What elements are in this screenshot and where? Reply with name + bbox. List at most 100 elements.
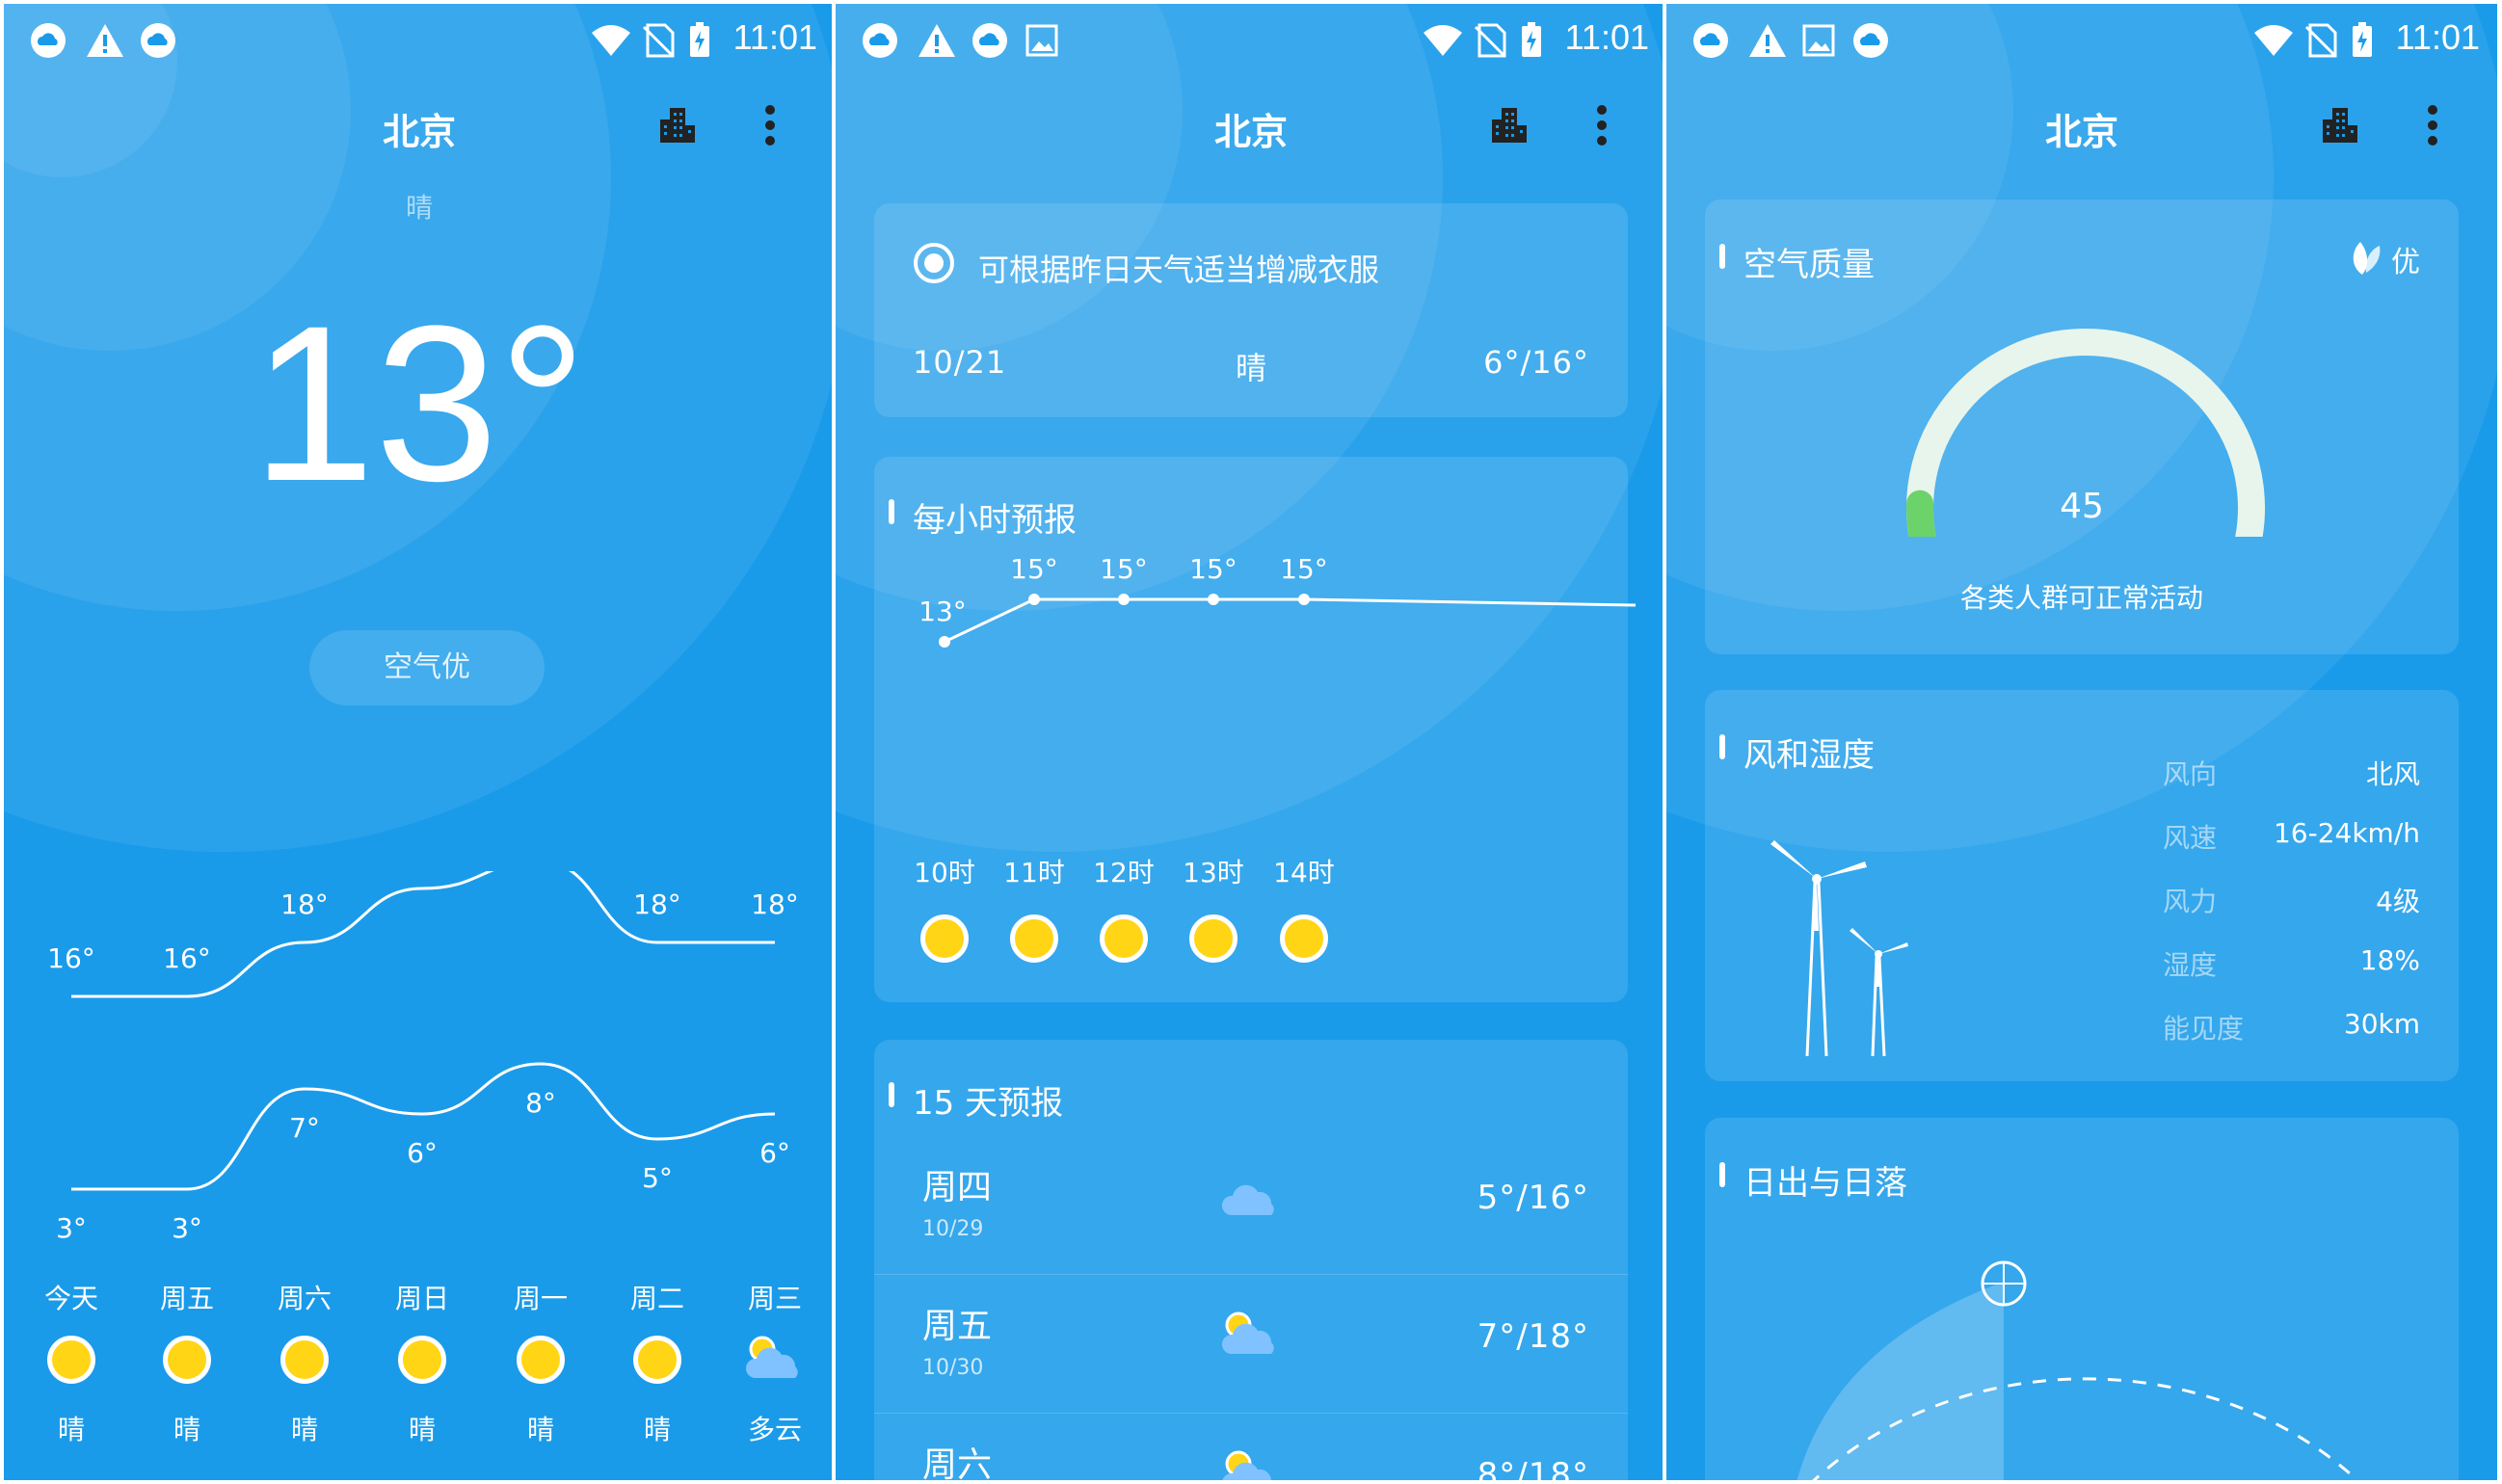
city-list-icon[interactable] bbox=[1490, 106, 1529, 145]
day-name-label: 周一 bbox=[513, 1283, 568, 1314]
day-name-label: 周五 bbox=[159, 1283, 214, 1314]
wind-info-row: 湿度 18% bbox=[2163, 944, 2420, 983]
warning-icon bbox=[87, 24, 123, 57]
cloud-notification-icon bbox=[31, 23, 66, 58]
wind-humidity-title: 风和湿度 bbox=[1719, 729, 1875, 776]
hourly-temp-label: 15° bbox=[1189, 553, 1238, 585]
forecast-row[interactable]: 周四 10/29 5°/16° bbox=[874, 1136, 1628, 1275]
air-quality-title: 空气质量 bbox=[1719, 238, 1875, 285]
hourly-temp-label: 15° bbox=[1100, 553, 1148, 585]
battery-charging-icon bbox=[1522, 22, 1541, 57]
current-condition: 晴 bbox=[405, 192, 433, 224]
day-weather-label: 晴 bbox=[408, 1414, 436, 1445]
air-quality-card: 空气质量 优 45 各类人群可正常活动 bbox=[1705, 199, 2459, 654]
wind-info-row: 风力 4级 bbox=[2163, 881, 2420, 919]
wind-humidity-card: 风和湿度 风向 北风风速 16-24km/h 风力 4级湿度 18% 能见度 30km bbox=[1705, 690, 2459, 1081]
day-name-label: 周二 bbox=[629, 1283, 684, 1314]
wind-info-row: 风速 16-24km/h bbox=[2163, 817, 2420, 856]
cloud-notification-icon bbox=[863, 23, 897, 58]
yesterday-card: 可根据昨日天气适当增减衣服 10/21 晴 6°/16° bbox=[874, 203, 1628, 417]
sun-icon bbox=[398, 1336, 446, 1384]
low-temp-label: 6° bbox=[759, 1137, 790, 1169]
yesterday-range: 6°/16° bbox=[1483, 344, 1589, 381]
sun-icon bbox=[1010, 914, 1058, 963]
app-header: 北京 bbox=[1666, 91, 2497, 168]
forecast-row[interactable]: 周六 8°/18° bbox=[874, 1414, 1628, 1480]
hourly-temp-label: 15° bbox=[1010, 553, 1058, 585]
radio-icon bbox=[914, 243, 954, 283]
forecast-range: 5°/16° bbox=[1477, 1179, 1589, 1217]
forecast-15-title: 15 天预报 bbox=[888, 1076, 1063, 1124]
status-time: 11:01 bbox=[2395, 17, 2480, 57]
wifi-icon bbox=[1424, 25, 1462, 56]
app-header: 北京 bbox=[4, 91, 835, 168]
city-title[interactable]: 北京 bbox=[4, 102, 835, 155]
more-menu-icon[interactable] bbox=[2426, 104, 2439, 146]
low-temp-label: 8° bbox=[525, 1087, 556, 1119]
air-quality-level: 优 bbox=[2391, 246, 2420, 279]
sun-icon bbox=[920, 914, 969, 963]
hourly-temperature-chart: 13° 15° 15° 15° 15° bbox=[918, 553, 1636, 648]
warning-icon bbox=[918, 24, 955, 57]
sun-arc-chart bbox=[1797, 1260, 2359, 1480]
forecast-date: 10/30 bbox=[922, 1356, 984, 1380]
cloud-icon bbox=[1221, 1184, 1274, 1215]
wifi-icon bbox=[2254, 25, 2293, 56]
cloud-notification-icon bbox=[141, 23, 175, 58]
more-menu-icon[interactable] bbox=[1595, 104, 1609, 146]
no-sim-icon bbox=[2304, 23, 2337, 58]
wind-info-value: 16-24km/h bbox=[2273, 817, 2420, 849]
hourly-temp-label: 13° bbox=[918, 596, 967, 627]
cloud-notification-icon bbox=[1693, 23, 1728, 58]
yesterday-tip: 可根据昨日天气适当增减衣服 bbox=[978, 252, 1380, 288]
wind-info-key: 风速 bbox=[2163, 822, 2218, 854]
details-screen-1: 11:01 北京 可根据昨日天气适当增减衣服 10/21 晴 6°/16° 每小… bbox=[832, 0, 1670, 1484]
wind-info-key: 能见度 bbox=[2163, 1013, 2245, 1045]
hourly-temp-line bbox=[944, 597, 1636, 644]
wind-info-key: 风力 bbox=[2163, 886, 2218, 917]
image-notification-icon bbox=[1802, 24, 1835, 57]
sun-icon bbox=[280, 1336, 329, 1384]
low-temp-label: 7° bbox=[289, 1112, 320, 1144]
city-list-icon[interactable] bbox=[658, 106, 697, 145]
low-temp-label: 3° bbox=[172, 1212, 202, 1244]
main-weather-screen: 11:01 北京 晴 13° 空气优 16°3°16°3°18°7°20°6°2… bbox=[0, 0, 838, 1484]
city-title[interactable]: 北京 bbox=[836, 102, 1666, 155]
partly-cloudy-icon bbox=[745, 1336, 798, 1378]
wind-info-value: 4级 bbox=[2376, 886, 2420, 917]
partly-cloudy-icon bbox=[1221, 1312, 1274, 1354]
hourly-temp-point bbox=[1298, 594, 1310, 605]
day-weather-label: 晴 bbox=[173, 1414, 200, 1445]
forecast-row[interactable]: 周五 10/30 7°/18° bbox=[874, 1275, 1628, 1414]
wind-info-key: 风向 bbox=[2163, 758, 2218, 790]
sun-icon bbox=[633, 1336, 681, 1384]
sun-icon bbox=[163, 1336, 211, 1384]
sun-icon bbox=[1100, 914, 1148, 963]
day-name-label: 今天 bbox=[43, 1283, 98, 1314]
details-screen-2: 11:01 北京 空气质量 优 45 各类人群可正常活动 风和湿度 风向 北风 … bbox=[1663, 0, 2501, 1484]
wind-info-value: 北风 bbox=[2365, 758, 2420, 790]
city-list-icon[interactable] bbox=[2321, 106, 2359, 145]
warning-icon bbox=[1749, 24, 1786, 57]
day-name-label: 周日 bbox=[394, 1283, 449, 1314]
no-sim-icon bbox=[642, 23, 675, 58]
status-time: 11:01 bbox=[1564, 17, 1649, 57]
cloud-notification-icon bbox=[1853, 23, 1888, 58]
more-menu-icon[interactable] bbox=[763, 104, 777, 146]
hourly-card: 每小时预报 13° 15° 15° 15° 15° 10时 11时 12时 13时 14时 bbox=[874, 457, 1636, 1002]
city-title[interactable]: 北京 bbox=[1666, 102, 2497, 155]
wifi-icon bbox=[592, 25, 630, 56]
sun-icon bbox=[47, 1336, 95, 1384]
daily-temperature-chart: 16°3°16°3°18°7°20°6°21°8°18°5°18°6° bbox=[47, 871, 799, 1244]
wind-info-value: 30km bbox=[2343, 1008, 2420, 1040]
status-time: 11:01 bbox=[732, 17, 817, 57]
daylight-progress-area bbox=[1797, 1282, 2004, 1480]
high-temp-label: 18° bbox=[280, 888, 329, 920]
hour-label: 14时 bbox=[1273, 857, 1335, 888]
air-quality-badge[interactable]: 空气优 bbox=[309, 630, 545, 705]
hourly-title: 每小时预报 bbox=[889, 493, 1077, 541]
day-name-label: 周六 bbox=[277, 1283, 332, 1314]
day-name-label: 周三 bbox=[747, 1283, 802, 1314]
low-temp-label: 3° bbox=[56, 1212, 87, 1244]
forecast-day: 周五 bbox=[922, 1307, 993, 1346]
